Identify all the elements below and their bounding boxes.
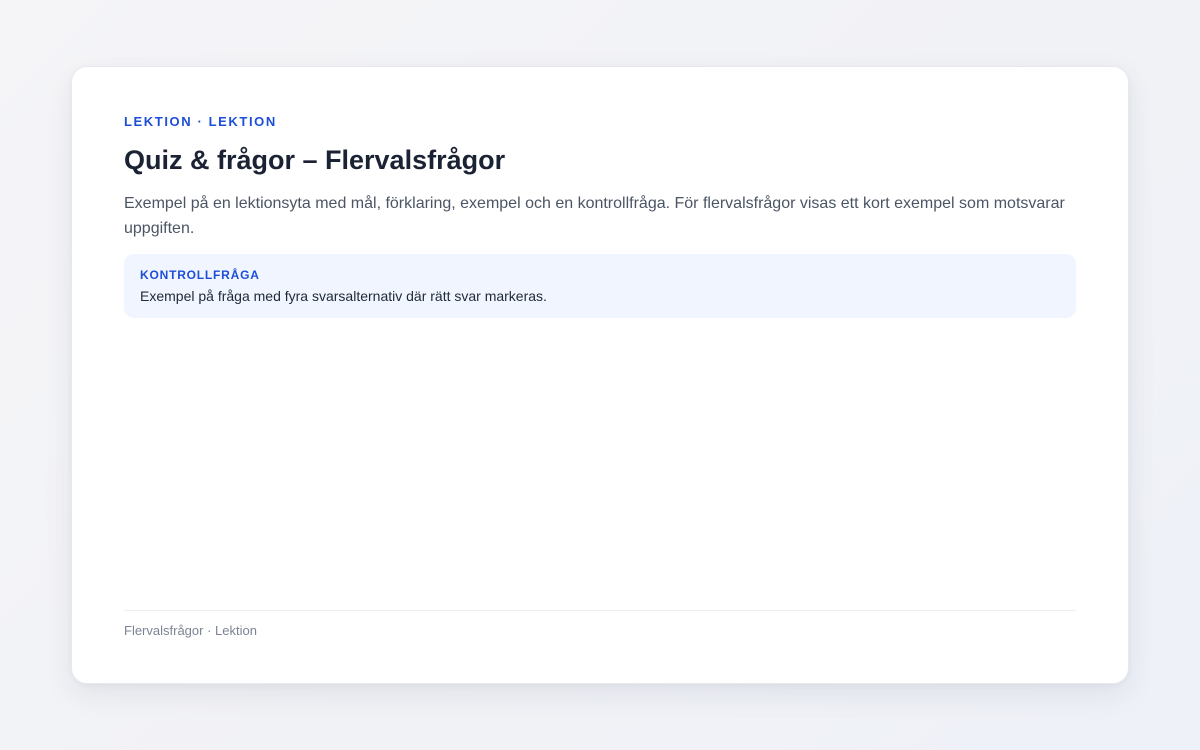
- lesson-description: Exempel på en lektionsyta med mål, förkl…: [124, 195, 1065, 237]
- page-title: Quiz & frågor – Flervalsfrågor: [124, 145, 506, 175]
- lesson-eyebrow: LEKTION · LEKTION: [124, 114, 277, 129]
- lesson-card-content: LEKTION · LEKTION Quiz & frågor – Flerva…: [124, 67, 1076, 683]
- lesson-card: LEKTION · LEKTION Quiz & frågor – Flerva…: [71, 66, 1129, 684]
- control-question-callout: KONTROLLFRÅGA Exempel på fråga med fyra …: [124, 254, 1076, 318]
- control-question-label: KONTROLLFRÅGA: [140, 268, 260, 282]
- control-question-text: Exempel på fråga med fyra svarsalternati…: [140, 288, 547, 304]
- footer-text: Flervalsfrågor · Lektion: [124, 623, 257, 638]
- footer-divider: [124, 610, 1076, 611]
